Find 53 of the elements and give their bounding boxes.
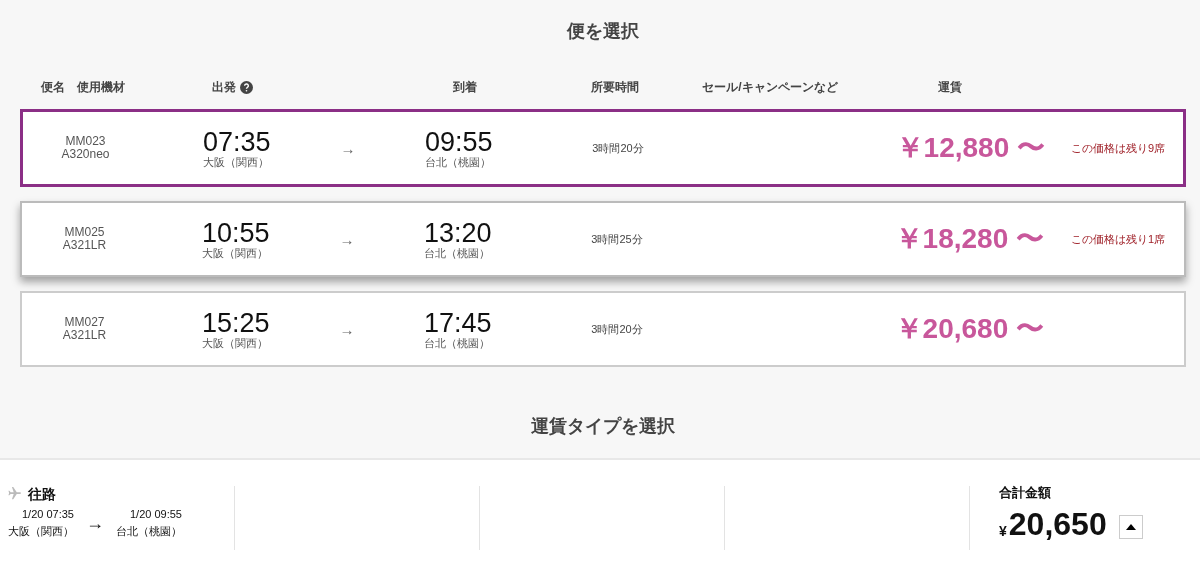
aircraft-type: A320neo xyxy=(61,148,110,161)
column-header: 運賃 xyxy=(938,78,962,96)
flight-row[interactable]: MM025 A321LR 10:55 大阪（関西） → 13:20 台北（桃園） 3時間25分 ￥18,280 〜 この価格は残り1席 xyxy=(20,201,1186,277)
aircraft-type: A321LR xyxy=(62,329,107,342)
expand-toggle[interactable] xyxy=(1118,515,1143,539)
flight-number: MM025 xyxy=(64,226,105,239)
flight-duration: 3時間20分 xyxy=(592,140,644,156)
column-header: 便名 xyxy=(40,78,65,96)
total-amount: 20,650 xyxy=(1008,506,1107,543)
arrival-datetime: 1/20 09:55 xyxy=(130,507,182,522)
help-icon[interactable] xyxy=(240,80,253,94)
flight-row[interactable]: MM027 A321LR 15:25 大阪（関西） → 17:45 台北（桃園） 3時間20分 ￥20,680 〜 xyxy=(20,291,1186,367)
arrow-glyph: → xyxy=(339,320,355,338)
airport-name: 大阪（関西） xyxy=(202,246,269,260)
arrival-time: 13:20 xyxy=(424,218,493,247)
flight-duration: 3時間20分 xyxy=(591,321,643,337)
arrow-glyph: → xyxy=(340,139,356,157)
arrival-time: 17:45 xyxy=(424,308,493,337)
departure-datetime: 1/20 07:35 xyxy=(22,507,74,522)
column-header: 出発 xyxy=(212,78,236,96)
caret-icon xyxy=(1125,524,1136,530)
flight-number: MM027 xyxy=(64,316,105,329)
departure-time: 07:35 xyxy=(203,127,272,156)
fare-price: ￥12,880 〜 xyxy=(895,131,1045,165)
column-header: 到着 xyxy=(453,78,477,96)
flight-duration: 3時間25分 xyxy=(591,231,643,247)
column-header: 使用機材 xyxy=(76,78,125,96)
currency-symbol: ¥ xyxy=(999,523,1007,541)
column-header: セール/キャンペーンなど xyxy=(702,78,838,96)
column-header: 所要時間 xyxy=(591,78,639,96)
departure-time: 15:25 xyxy=(202,308,271,337)
airport-name: 大阪（関西） xyxy=(202,336,269,350)
airport-name: 台北（桃園） xyxy=(116,524,182,539)
section-title: 便を選択 xyxy=(565,20,640,43)
airport-name: 大阪（関西） xyxy=(8,524,74,539)
fare-price: ￥18,280 〜 xyxy=(894,222,1044,256)
flight-number: MM023 xyxy=(65,135,106,148)
fare-price: ￥20,680 〜 xyxy=(894,312,1044,346)
section-title: 運賃タイプを選択 xyxy=(530,415,676,438)
flight-row[interactable]: MM023 A320neo 07:35 大阪（関西） → 09:55 台北（桃園） 3時間20分 ￥12,880 〜 この価格は残り9席 xyxy=(20,109,1186,187)
seats-remaining: この価格は残り1席 xyxy=(1070,231,1166,247)
airport-name: 大阪（関西） xyxy=(203,155,270,169)
airport-name: 台北（桃園） xyxy=(425,155,492,169)
leg-label: 往路 xyxy=(28,486,56,504)
departure-time: 10:55 xyxy=(202,218,271,247)
total-label: 合計金額 xyxy=(999,484,1052,502)
arrival-time: 09:55 xyxy=(425,127,494,156)
seats-remaining: この価格は残り9席 xyxy=(1070,140,1166,156)
airport-name: 台北（桃園） xyxy=(424,336,491,350)
airport-name: 台北（桃園） xyxy=(424,246,491,260)
aircraft-type: A321LR xyxy=(62,239,107,252)
arrow-glyph: → xyxy=(86,512,104,534)
arrow-glyph: → xyxy=(339,230,355,248)
